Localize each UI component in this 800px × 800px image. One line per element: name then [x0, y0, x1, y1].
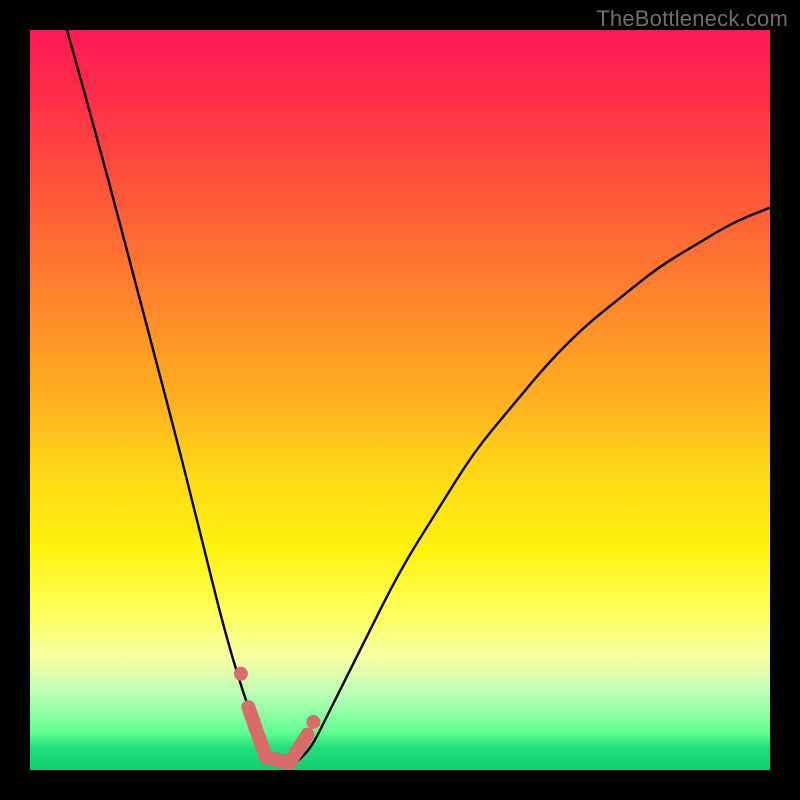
min-marker-segment	[291, 735, 308, 762]
min-marker-dot	[306, 715, 320, 729]
curve-layer	[30, 30, 770, 770]
min-marker-dot	[234, 667, 248, 681]
minimum-markers	[234, 667, 321, 763]
plot-area	[30, 30, 770, 770]
min-marker-segment	[248, 707, 263, 749]
curve-line	[30, 30, 770, 766]
watermark-text: TheBottleneck.com	[596, 6, 788, 32]
bottleneck-curve	[30, 30, 770, 766]
chart-frame: TheBottleneck.com	[0, 0, 800, 800]
